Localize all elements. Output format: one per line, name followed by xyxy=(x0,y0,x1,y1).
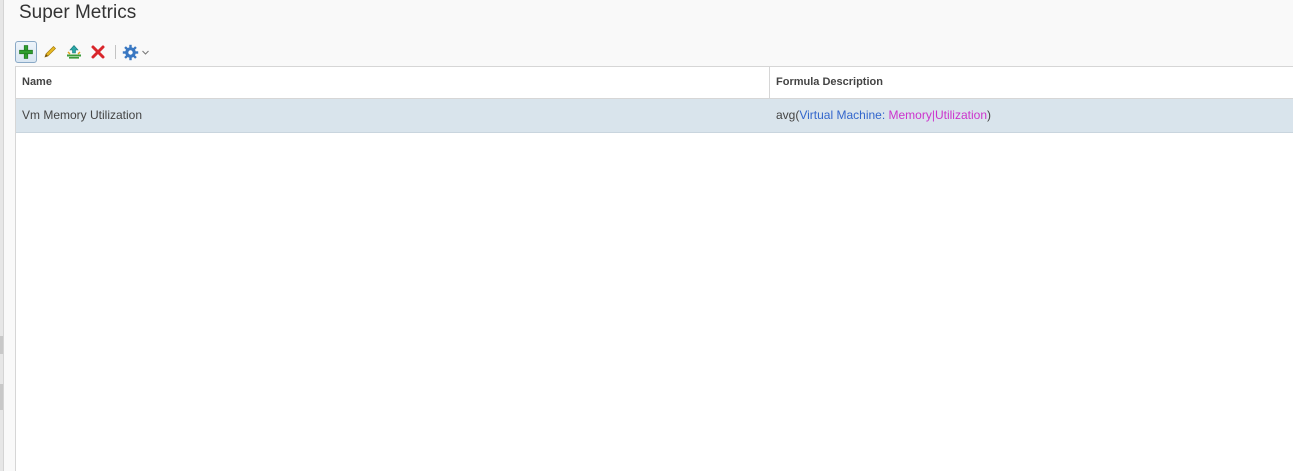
import-button[interactable] xyxy=(63,41,85,63)
import-icon xyxy=(67,45,81,59)
settings-dropdown[interactable] xyxy=(122,41,150,63)
gear-icon xyxy=(122,44,139,60)
delete-button[interactable] xyxy=(87,41,109,63)
formula-metric-group: Memory xyxy=(888,108,932,122)
formula-close: ) xyxy=(987,108,991,122)
row-formula-cell: avg(Virtual Machine: Memory|Utilization) xyxy=(770,99,1293,132)
splitter-grip[interactable] xyxy=(0,336,3,354)
column-header-name[interactable]: Name xyxy=(16,67,770,98)
add-button[interactable] xyxy=(15,41,37,63)
splitter-grip[interactable] xyxy=(0,384,3,410)
grid-header: Name Formula Description xyxy=(16,67,1293,99)
toolbar-separator xyxy=(115,45,116,59)
super-metrics-page: Super Metrics Name Formula Description V… xyxy=(0,0,1293,471)
delete-x-icon xyxy=(91,45,105,59)
super-metrics-grid: Name Formula Description Vm Memory Utili… xyxy=(15,66,1293,471)
toolbar xyxy=(15,40,150,64)
edit-button[interactable] xyxy=(39,41,61,63)
formula-function: avg( xyxy=(776,108,800,122)
row-name-cell: Vm Memory Utilization xyxy=(22,108,143,122)
left-panel-edge[interactable] xyxy=(0,0,4,471)
formula-object-type: Virtual Machine: xyxy=(799,108,889,122)
pencil-icon xyxy=(44,46,56,58)
column-header-formula-description[interactable]: Formula Description xyxy=(770,67,1293,98)
formula-metric: Utilization xyxy=(934,108,987,122)
page-title: Super Metrics xyxy=(19,2,137,23)
chevron-down-icon xyxy=(142,50,149,55)
plus-icon xyxy=(19,45,33,59)
table-row[interactable]: Vm Memory Utilization avg(Virtual Machin… xyxy=(16,99,1293,133)
